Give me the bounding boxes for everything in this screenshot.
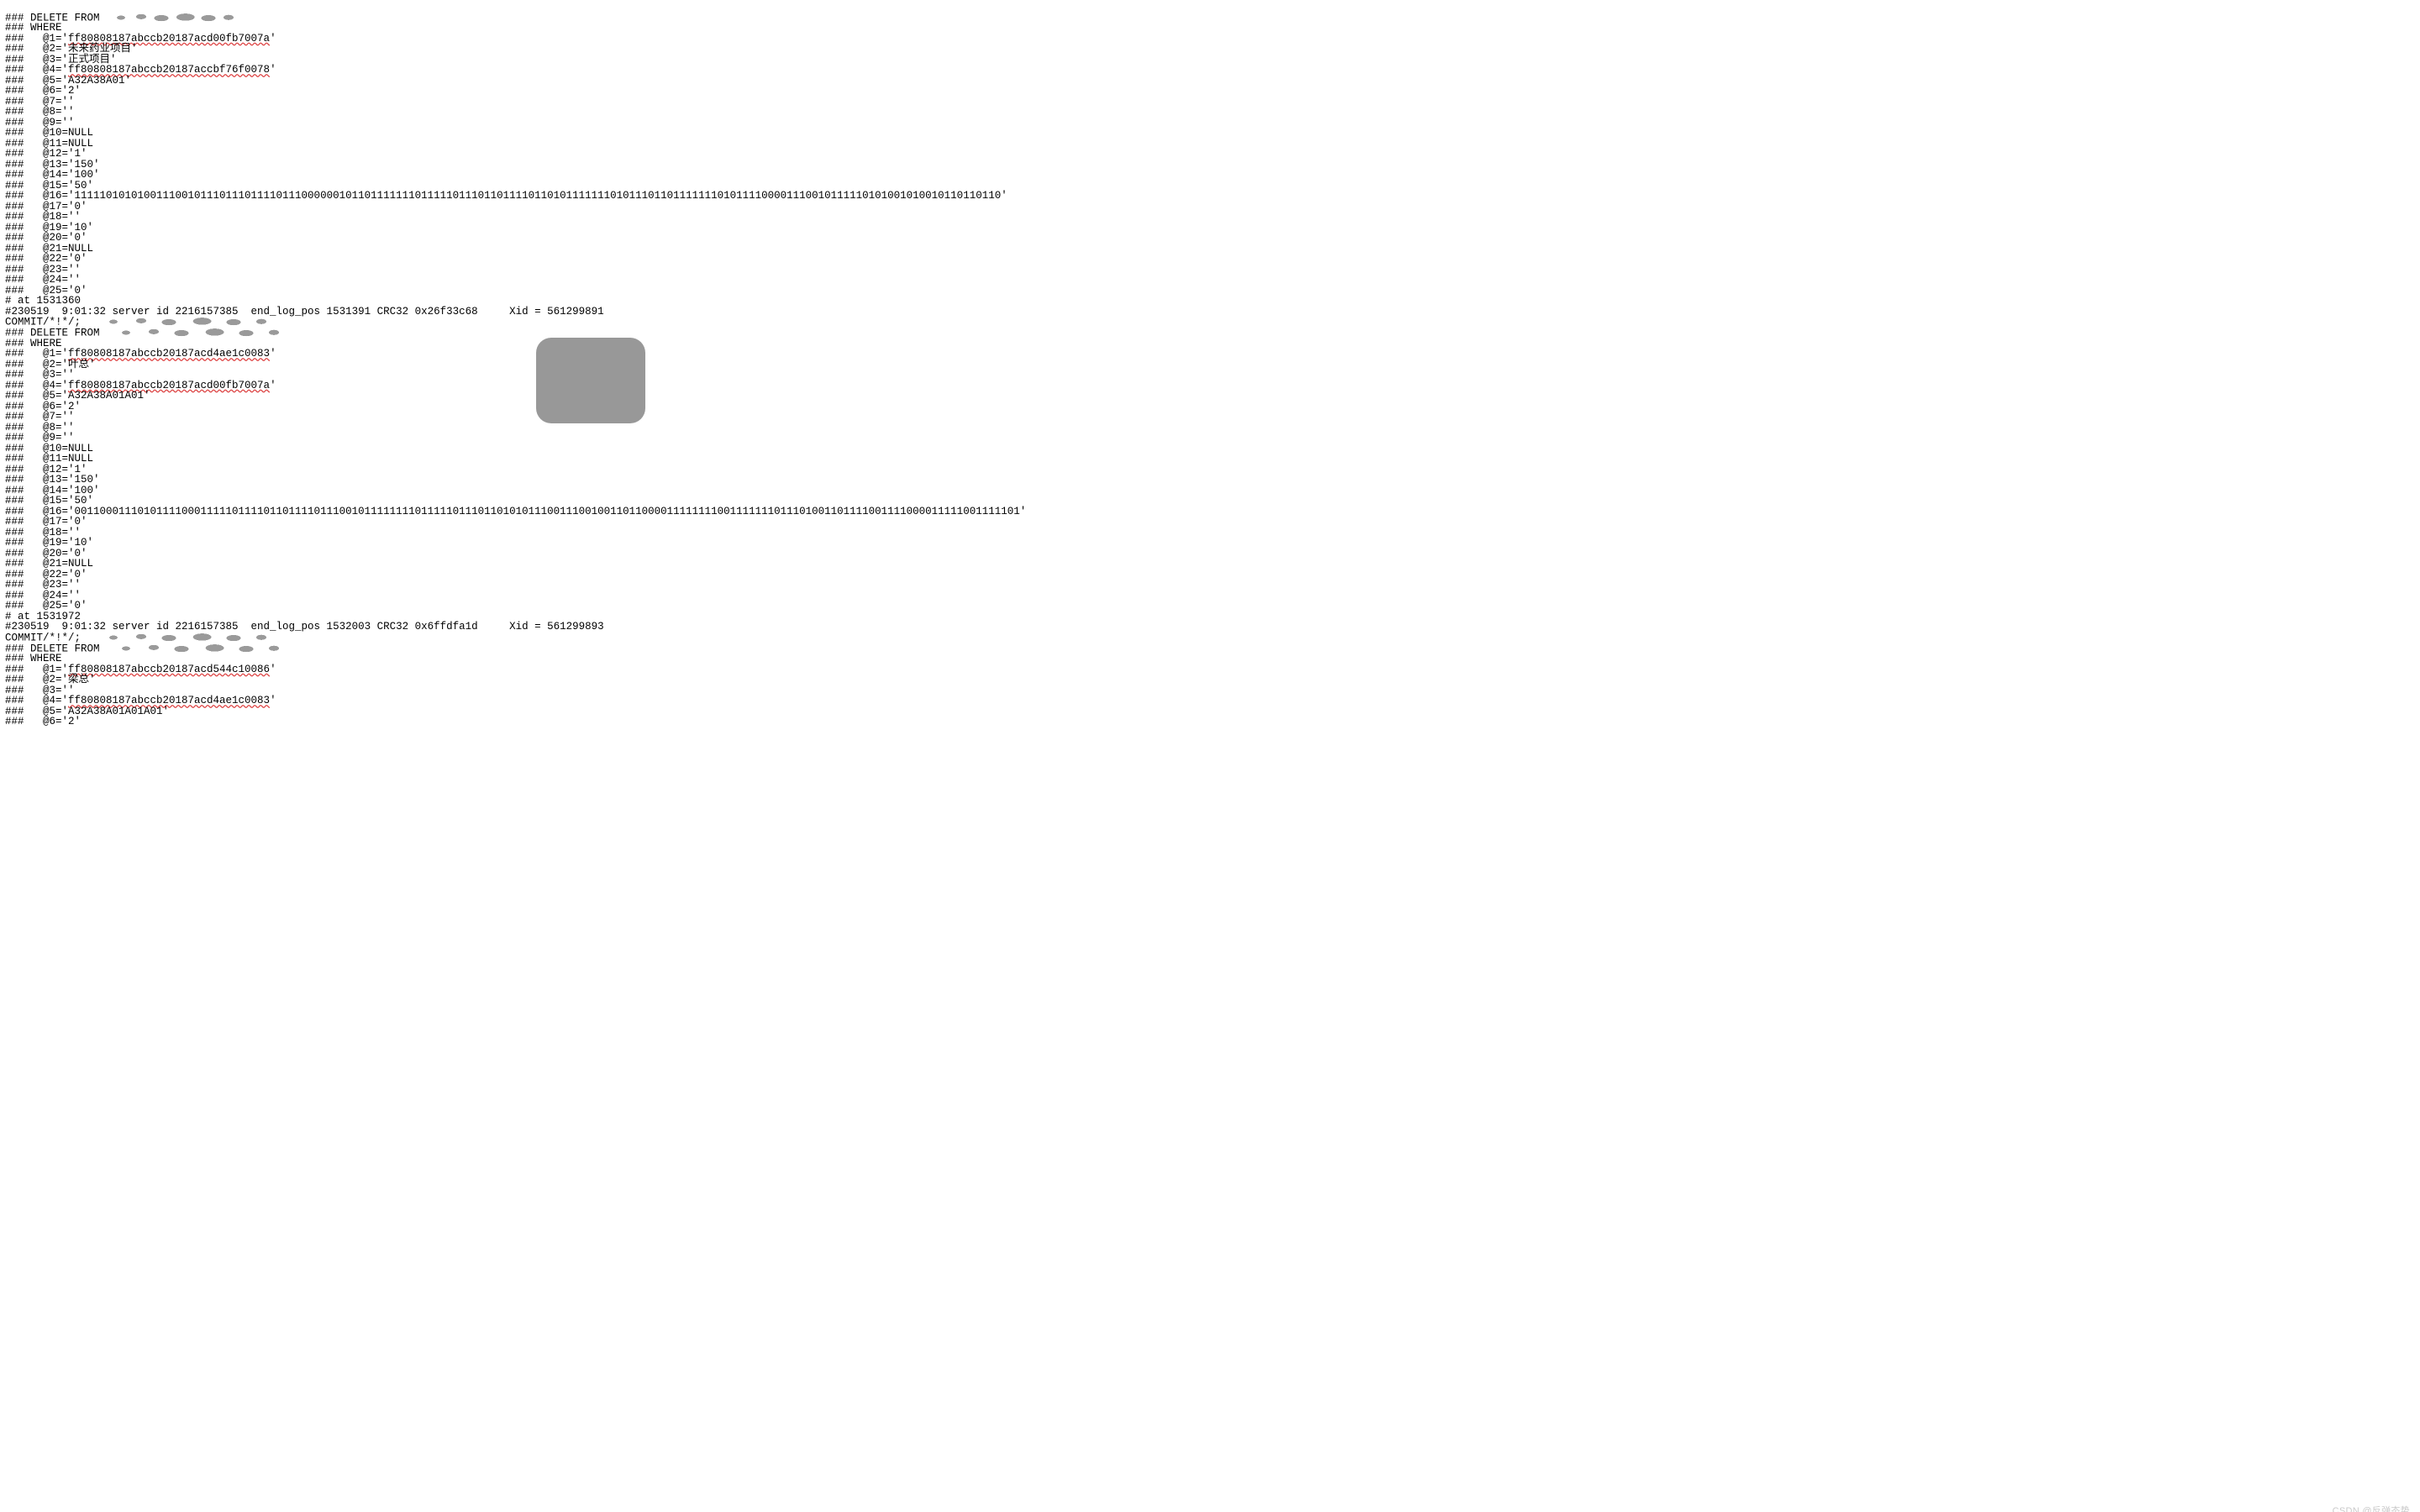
- log-line: ### @1='ff80808187abccb20187acd544c10086…: [5, 664, 2415, 675]
- log-line: ### @1='ff80808187abccb20187acd4ae1c0083…: [5, 349, 2415, 360]
- log-line: ### @18='': [5, 212, 2415, 223]
- log-line: ### @2='梁总': [5, 675, 2415, 685]
- log-line: ### @3='': [5, 685, 2415, 696]
- log-line: ### WHERE: [5, 23, 2415, 34]
- log-line: ### @17='0': [5, 202, 2415, 213]
- redaction-scribble: [108, 328, 292, 338]
- log-line: ### @20='0': [5, 549, 2415, 559]
- log-line: ### @9='': [5, 433, 2415, 444]
- log-line: COMMIT/*!*/;: [5, 633, 2415, 643]
- log-line: ### @1='ff80808187abccb20187acd00fb7007a…: [5, 34, 2415, 45]
- grey-overlay-rectangle: [536, 338, 645, 423]
- log-line: COMMIT/*!*/;: [5, 317, 2415, 328]
- log-line: ### @10=NULL: [5, 128, 2415, 139]
- log-line: ### @6='2': [5, 717, 2415, 727]
- log-line: ### @7='': [5, 97, 2415, 108]
- log-line: ### @9='': [5, 118, 2415, 129]
- log-line: ### @23='': [5, 580, 2415, 591]
- log-line: ### @19='10': [5, 538, 2415, 549]
- log-line: ### @16='1111101010100111001011101110111…: [5, 191, 2415, 202]
- log-line: ### DELETE FROM: [5, 328, 2415, 339]
- log-line: #230519 9:01:32 server id 2216157385 end…: [5, 622, 2415, 633]
- log-line: ### WHERE: [5, 339, 2415, 349]
- log-line: ### @22='0': [5, 254, 2415, 265]
- log-line: ### @12='1': [5, 465, 2415, 475]
- log-line: ### @2='未来药业项目': [5, 44, 2415, 55]
- log-line: ### DELETE FROM: [5, 643, 2415, 654]
- log-line: ### @6='2': [5, 402, 2415, 412]
- log-line: ### @22='0': [5, 570, 2415, 580]
- log-line: ### @5='A32A38A01A01': [5, 391, 2415, 402]
- log-line: ### @2='叶总': [5, 360, 2415, 370]
- log-line: ### @10=NULL: [5, 444, 2415, 454]
- log-line: ### @12='1': [5, 149, 2415, 160]
- log-line: ### @8='': [5, 423, 2415, 433]
- log-line: ### @18='': [5, 528, 2415, 538]
- log-line: ### @16='0011000111010111100011111011110…: [5, 507, 2415, 517]
- log-line: ### @4='ff80808187abccb20187accbf76f0078…: [5, 65, 2415, 76]
- log-line: #230519 9:01:32 server id 2216157385 end…: [5, 307, 2415, 318]
- redaction-scribble: [95, 633, 280, 643]
- log-line: ### @20='0': [5, 233, 2415, 244]
- log-line: ### @8='': [5, 107, 2415, 118]
- log-line: ### @3='正式项目': [5, 55, 2415, 66]
- log-line: ### @4='ff80808187abccb20187acd4ae1c0083…: [5, 696, 2415, 706]
- log-line: ### @19='10': [5, 223, 2415, 234]
- log-line: ### @14='100': [5, 486, 2415, 496]
- log-line: ### @25='0': [5, 286, 2415, 297]
- log-line: ### @23='': [5, 265, 2415, 276]
- log-line: ### @6='2': [5, 86, 2415, 97]
- log-line: ### @24='': [5, 591, 2415, 601]
- binlog-output: ### DELETE FROM ### WHERE### @1='ff80808…: [0, 11, 2420, 729]
- log-line: ### @13='150': [5, 160, 2415, 171]
- log-line: ### @21=NULL: [5, 244, 2415, 255]
- log-line: ### @13='150': [5, 475, 2415, 486]
- log-line: ### @11=NULL: [5, 139, 2415, 150]
- log-line: ### @11=NULL: [5, 454, 2415, 465]
- log-line: ### @25='0': [5, 601, 2415, 612]
- log-line: ### @5='A32A38A01': [5, 76, 2415, 87]
- log-line: ### @21=NULL: [5, 559, 2415, 570]
- log-line: ### DELETE FROM: [5, 13, 2415, 24]
- log-line: ### @14='100': [5, 170, 2415, 181]
- redaction-scribble: [108, 643, 292, 654]
- log-line: ### @4='ff80808187abccb20187acd00fb7007a…: [5, 381, 2415, 391]
- redaction-scribble: [108, 13, 242, 23]
- log-line: ### @17='0': [5, 517, 2415, 528]
- watermark-text: CSDN @反弹态势: [2333, 1507, 2410, 1512]
- log-line: ### @24='': [5, 275, 2415, 286]
- log-line: ### @3='': [5, 370, 2415, 381]
- redaction-scribble: [95, 317, 280, 327]
- log-line: ### WHERE: [5, 654, 2415, 664]
- log-line: ### @7='': [5, 412, 2415, 423]
- log-line: ### @5='A32A38A01A01A01': [5, 706, 2415, 717]
